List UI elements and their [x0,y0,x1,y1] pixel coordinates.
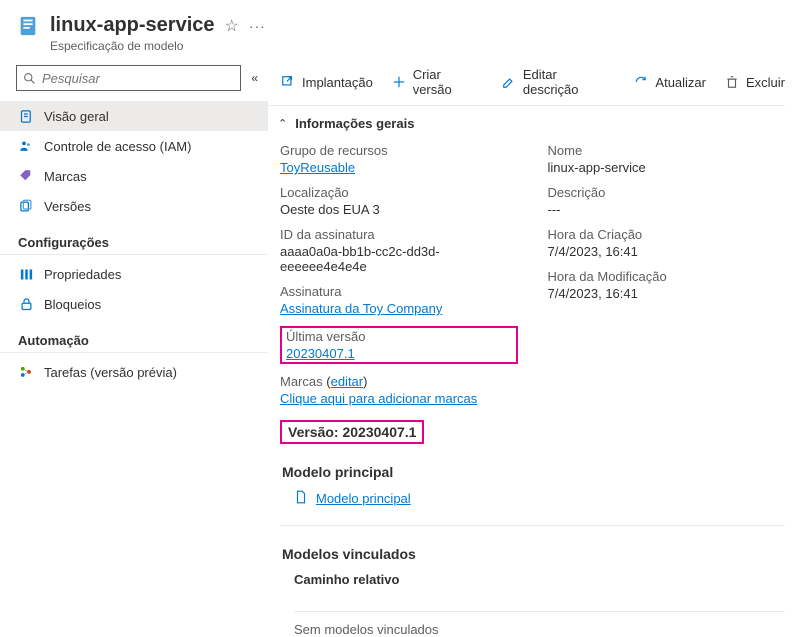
modified-time-label: Hora da Modificação [548,269,786,284]
sidebar-item-tasks[interactable]: Tarefas (versão prévia) [0,357,268,387]
last-version-label: Última versão [286,329,512,344]
general-info-title: Informações gerais [295,116,414,131]
command-bar: Implantação Criar versão Editar descriçã… [268,61,785,105]
modified-time-value: 7/4/2023, 16:41 [548,286,786,301]
properties-grid: Grupo de recursos ToyReusable Localizaçã… [268,141,785,406]
name-value: linux-app-service [548,160,786,175]
name-label: Nome [548,143,786,158]
last-version-highlight: Última versão 20230407.1 [280,326,518,364]
version-heading: Versão: 20230407.1 [288,424,416,440]
sidebar-item-label: Controle de acesso (IAM) [44,139,191,154]
tool-label: Excluir [746,75,785,90]
subscription-label: Assinatura [280,284,518,299]
created-time-value: 7/4/2023, 16:41 [548,244,786,259]
version-heading-highlight: Versão: 20230407.1 [280,420,785,444]
resource-group-label: Grupo de recursos [280,143,518,158]
tags-edit-link[interactable]: editar [331,374,364,389]
create-version-button[interactable]: Criar versão [391,67,483,97]
location-label: Localização [280,185,518,200]
sidebar-item-tags[interactable]: Marcas [0,161,268,191]
favorite-star-icon[interactable]: ☆ [225,16,239,36]
overview-icon [18,108,34,124]
sidebar-item-locks[interactable]: Bloqueios [0,289,268,319]
sidebar-heading-automation: Automação [0,319,268,353]
more-menu-icon[interactable]: ··· [249,18,266,34]
sidebar-item-properties[interactable]: Propriedades [0,259,268,289]
separator [280,525,785,526]
tool-label: Implantação [302,75,373,90]
plus-icon [391,74,407,90]
delete-button[interactable]: Excluir [724,74,785,90]
refresh-icon [633,74,649,90]
subscription-id-value: aaaa0a0a-bb1b-cc2c-dd3d-eeeeee4e4e4e [280,244,518,274]
location-value: Oeste dos EUA 3 [280,202,518,217]
chevron-down-icon: ⌃ [278,117,287,130]
page-title: linux-app-service [50,14,215,37]
collapse-sidebar-icon[interactable]: « [251,71,258,85]
created-time-label: Hora da Criação [548,227,786,242]
last-version-link[interactable]: 20230407.1 [286,346,512,361]
trash-icon [724,74,740,90]
sidebar-item-access-control[interactable]: Controle de acesso (IAM) [0,131,268,161]
description-label: Descrição [548,185,786,200]
file-icon [294,490,308,507]
tags-label-row: Marcas (editar) [280,374,518,389]
resource-group-link[interactable]: ToyReusable [280,160,518,175]
search-box[interactable] [16,65,241,91]
versions-icon [18,198,34,214]
deploy-icon [280,74,296,90]
subscription-link[interactable]: Assinatura da Toy Company [280,301,518,316]
tool-label: Criar versão [413,67,483,97]
tags-add-link[interactable]: Clique aqui para adicionar marcas [280,391,518,406]
sidebar-item-label: Versões [44,199,91,214]
main-template-link[interactable]: Modelo principal [316,491,411,506]
relative-path-header: Caminho relativo [294,572,785,597]
main-template-row: Modelo principal [294,490,785,507]
general-info-section-header[interactable]: ⌃ Informações gerais [268,105,785,141]
sidebar-item-label: Visão geral [44,109,109,124]
tag-icon [18,168,34,184]
properties-icon [18,266,34,282]
people-icon [18,138,34,154]
no-linked-models-text: Sem modelos vinculados [294,611,785,637]
sidebar-item-overview[interactable]: Visão geral [0,101,268,131]
sidebar-item-label: Tarefas (versão prévia) [44,365,177,380]
search-icon [23,72,36,85]
sidebar-item-label: Marcas [44,169,87,184]
refresh-button[interactable]: Atualizar [633,74,706,90]
edit-description-button[interactable]: Editar descrição [501,67,615,97]
main-model-heading: Modelo principal [282,464,785,480]
pencil-icon [501,74,517,90]
template-spec-icon [16,14,40,38]
page-header: linux-app-service ☆ ··· Especificação de… [0,0,799,61]
main-content: Implantação Criar versão Editar descriçã… [268,61,799,637]
sidebar-item-label: Propriedades [44,267,121,282]
tool-label: Atualizar [655,75,706,90]
page-subtitle: Especificação de modelo [50,39,266,53]
description-value: --- [548,202,786,217]
lock-icon [18,296,34,312]
tasks-icon [18,364,34,380]
sidebar-item-versions[interactable]: Versões [0,191,268,221]
deploy-button[interactable]: Implantação [280,74,373,90]
left-panel: « Visão geral Controle de acesso (IAM) M… [0,61,268,637]
linked-models-heading: Modelos vinculados [282,546,785,562]
tool-label: Editar descrição [523,67,616,97]
sidebar-item-label: Bloqueios [44,297,101,312]
subscription-id-label: ID da assinatura [280,227,518,242]
tags-label: Marcas [280,374,323,389]
search-input[interactable] [42,71,234,86]
sidebar-heading-config: Configurações [0,221,268,255]
